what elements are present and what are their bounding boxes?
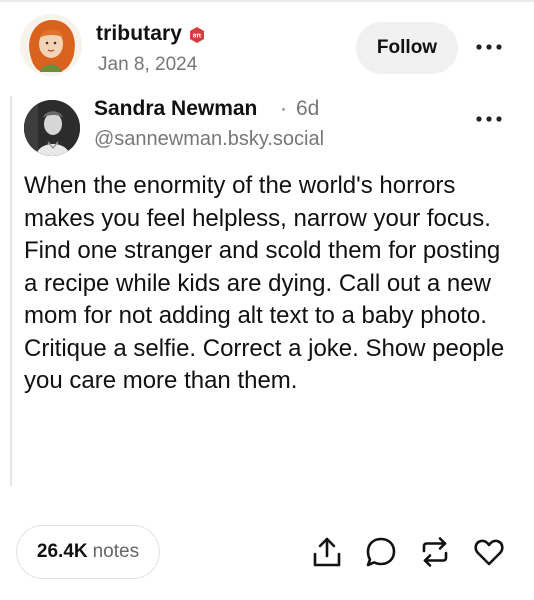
badge-icon: 8ft: [190, 27, 204, 43]
notes-button[interactable]: 26.4K notes: [16, 525, 160, 579]
follow-button[interactable]: Follow: [356, 22, 458, 74]
author-name[interactable]: tributary: [96, 22, 182, 46]
portrait-photo: [24, 100, 80, 156]
author-avatar[interactable]: [20, 14, 82, 76]
avatar-illustration: [20, 14, 82, 76]
like-icon[interactable]: [472, 535, 506, 569]
badge-text: 8ft: [193, 34, 202, 40]
quote-border: [10, 96, 12, 486]
quoted-post-time: 6d: [296, 97, 320, 120]
quoted-more-options-icon[interactable]: [474, 110, 504, 128]
notes-count: 26.4K: [36, 541, 88, 562]
quoted-author-handle[interactable]: @sannewman.bsky.social: [94, 128, 324, 151]
reblog-icon[interactable]: [418, 535, 452, 569]
quoted-author-name[interactable]: Sandra Newman: [94, 97, 257, 121]
quoted-author-avatar[interactable]: [24, 100, 80, 156]
notes-label: notes: [92, 541, 140, 562]
quoted-post-text: When the enormity of the world's horrors…: [24, 172, 505, 394]
meta-separator: ·: [280, 97, 287, 120]
post-date: Jan 8, 2024: [98, 54, 198, 75]
more-options-icon[interactable]: [474, 38, 504, 56]
reply-icon[interactable]: [364, 535, 398, 569]
share-icon[interactable]: [310, 535, 344, 569]
top-divider: [0, 0, 534, 2]
